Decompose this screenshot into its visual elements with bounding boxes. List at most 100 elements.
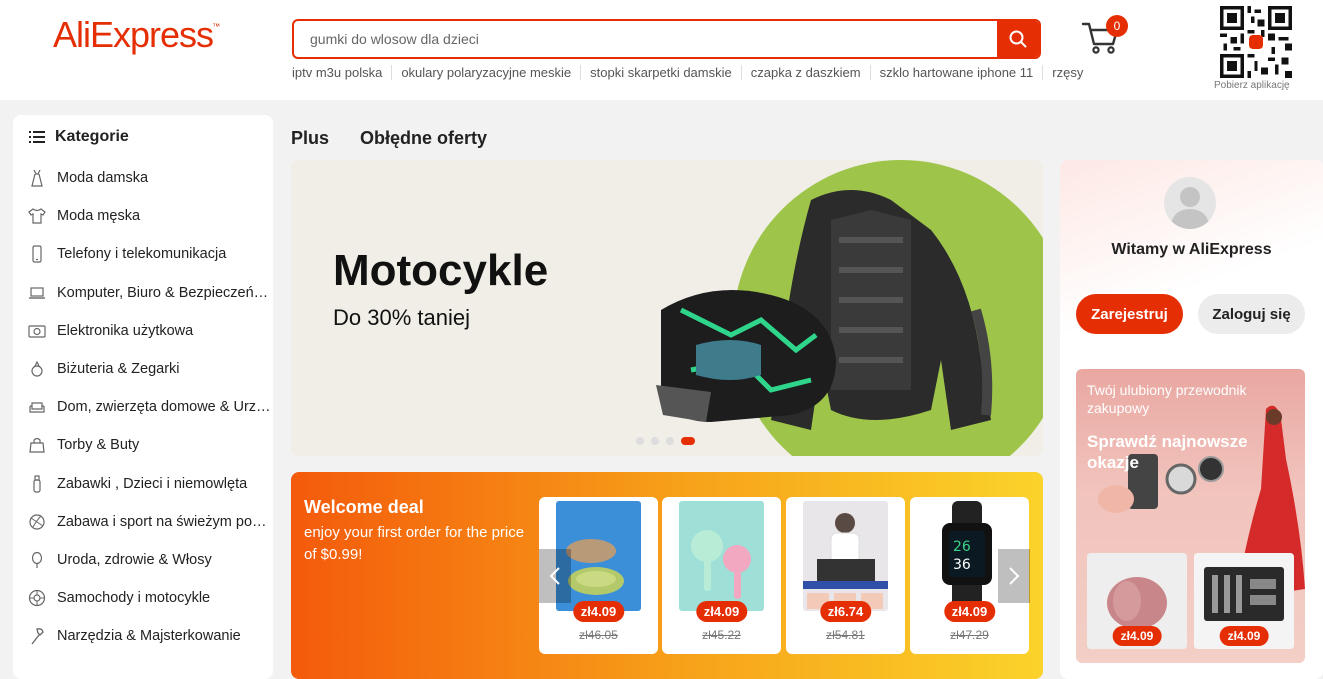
product-old-price: zł45.22 (702, 628, 741, 642)
deal-product-card[interactable]: zł6.74 zł54.81 (786, 497, 905, 654)
category-label: Telefony i telekomunikacja (57, 246, 227, 263)
guide-headline: Sprawdź najnowsze okazje (1087, 432, 1248, 472)
category-label: Moda damska (57, 170, 149, 187)
categories-header[interactable]: Kategorie (13, 115, 273, 159)
bottle-icon (33, 474, 41, 493)
logo-text: AliExpress (53, 14, 214, 55)
category-narzedzia[interactable]: Narzędzia & Majsterkowanie (13, 617, 273, 655)
bag-icon (29, 438, 45, 454)
welcome-deal-description: enjoy your first order for the price of … (304, 524, 525, 563)
list-icon (29, 131, 45, 143)
product-old-price: zł47.29 (950, 628, 989, 642)
chevron-right-icon (1009, 567, 1020, 585)
guide-product-card[interactable]: zł4.09 (1087, 553, 1187, 649)
deal-next-button[interactable] (998, 549, 1030, 603)
product-old-price: zł46.05 (579, 628, 618, 642)
category-moda-meska[interactable]: Moda męska (13, 197, 273, 235)
category-sport[interactable]: Zabawa i sport na świeżym powietrzu (13, 503, 273, 541)
user-icon (1170, 187, 1210, 229)
sofa-icon (29, 402, 45, 413)
category-label: Biżuteria & Zegarki (57, 361, 180, 378)
tab-obledne-oferty[interactable]: Obłędne oferty (360, 128, 487, 149)
product-price: zł4.09 (1219, 626, 1269, 646)
category-label: Komputer, Biuro & Bezpieczeństwo (57, 284, 271, 301)
carousel-dot[interactable] (636, 437, 644, 445)
carousel-dot[interactable] (666, 437, 674, 445)
logo-trademark: ™ (212, 22, 220, 31)
search-bar (292, 19, 1041, 59)
categories-title: Kategorie (55, 128, 129, 145)
categories-panel: Kategorie Moda damska Moda męska Telefon… (13, 115, 273, 679)
hot-keyword-link[interactable]: iptv m3u polska (292, 65, 391, 80)
welcome-deal[interactable]: Welcome deal enjoy your first order for … (291, 472, 1043, 679)
product-price: zł4.09 (1112, 626, 1162, 646)
welcome-text: Witamy w AliExpress (1111, 241, 1272, 258)
category-label: Dom, zwierzęta domowe & Urządzenia (57, 399, 271, 416)
carousel-dot[interactable] (651, 437, 659, 445)
wheel-icon (28, 590, 46, 607)
qr-label: Pobierz aplikację (1214, 80, 1290, 91)
product-price: zł4.09 (695, 601, 748, 622)
shopping-guide-banner[interactable]: Twój ulubiony przewodnik zakupowy Sprawd… (1076, 369, 1305, 663)
product-image (679, 501, 764, 611)
deal-product-card[interactable]: zł4.09 zł45.22 (662, 497, 781, 654)
category-label: Moda męska (57, 208, 141, 225)
search-button[interactable] (997, 21, 1039, 57)
welcome-deal-title: Welcome deal (304, 497, 424, 517)
carousel-dots (636, 437, 695, 445)
category-moda-damska[interactable]: Moda damska (13, 159, 273, 197)
deal-prev-button[interactable] (539, 549, 571, 603)
shirt-icon (28, 208, 46, 224)
hot-keyword-link[interactable]: szklo hartowane iphone 11 (869, 65, 1043, 80)
category-uroda[interactable]: Uroda, zdrowie & Włosy (13, 541, 273, 579)
product-price: zł4.09 (572, 601, 625, 622)
svg-text:36: 36 (953, 557, 971, 573)
category-dom[interactable]: Dom, zwierzęta domowe & Urządzenia (13, 388, 273, 426)
category-elektronika[interactable]: Elektronika użytkowa (13, 312, 273, 350)
login-button[interactable]: Zaloguj się (1198, 294, 1305, 334)
phone-icon (32, 245, 42, 264)
category-samochody[interactable]: Samochody i motocykle (13, 579, 273, 617)
qr-code-icon[interactable] (1220, 6, 1292, 78)
category-komputer[interactable]: Komputer, Biuro & Bezpieczeństwo (13, 274, 273, 312)
ring-icon (31, 360, 43, 377)
product-old-price: zł54.81 (826, 628, 865, 642)
mirror-icon (31, 551, 43, 568)
category-label: Zabawki , Dzieci i niemowlęta (57, 475, 248, 492)
search-input[interactable] (294, 21, 994, 57)
hero-banner[interactable]: Motocykle Do 30% taniej (291, 160, 1043, 456)
register-button[interactable]: Zarejestruj (1076, 294, 1183, 334)
chevron-left-icon (549, 567, 560, 585)
camera-icon (28, 325, 46, 338)
tab-plus[interactable]: Plus (291, 128, 329, 149)
product-price: zł4.09 (943, 601, 996, 622)
guide-text: Twój ulubiony przewodnik zakupowy (1087, 382, 1247, 416)
account-panel: Witamy w AliExpress Zarejestruj Zaloguj … (1060, 160, 1323, 679)
carousel-dot-active[interactable] (681, 437, 695, 445)
laptop-icon (29, 287, 45, 299)
category-label: Zabawa i sport na świeżym powietrzu (57, 513, 271, 530)
category-label: Samochody i motocykle (57, 590, 211, 607)
category-label: Uroda, zdrowie & Włosy (57, 551, 212, 568)
ball-icon (29, 514, 45, 530)
banner-title: Motocykle (333, 246, 549, 295)
search-icon (1009, 30, 1027, 48)
hot-keyword-link[interactable]: czapka z daszkiem (740, 65, 870, 80)
category-bizuteria[interactable]: Biżuteria & Zegarki (13, 350, 273, 388)
category-telefony[interactable]: Telefony i telekomunikacja (13, 235, 273, 273)
hot-keyword-link[interactable]: rzęsy (1042, 65, 1092, 80)
hot-keyword-link[interactable]: okulary polaryzacyjne meskie (391, 65, 580, 80)
category-label: Torby & Buty (57, 437, 140, 454)
hot-keyword-link[interactable]: stopki skarpetki damskie (580, 65, 741, 80)
category-zabawki[interactable]: Zabawki , Dzieci i niemowlęta (13, 465, 273, 503)
category-label: Elektronika użytkowa (57, 322, 194, 339)
product-price: zł6.74 (819, 601, 872, 622)
aliexpress-logo[interactable]: AliExpress ™ (53, 14, 220, 56)
guide-product-card[interactable]: zł4.09 (1194, 553, 1294, 649)
avatar[interactable] (1164, 177, 1216, 229)
dress-icon (31, 169, 43, 187)
hot-keywords: iptv m3u polska okulary polaryzacyjne me… (292, 65, 1092, 80)
category-torby[interactable]: Torby & Buty (13, 426, 273, 464)
header: AliExpress™ iptv m3u polska okulary pola… (0, 0, 1323, 100)
product-image (803, 501, 888, 611)
